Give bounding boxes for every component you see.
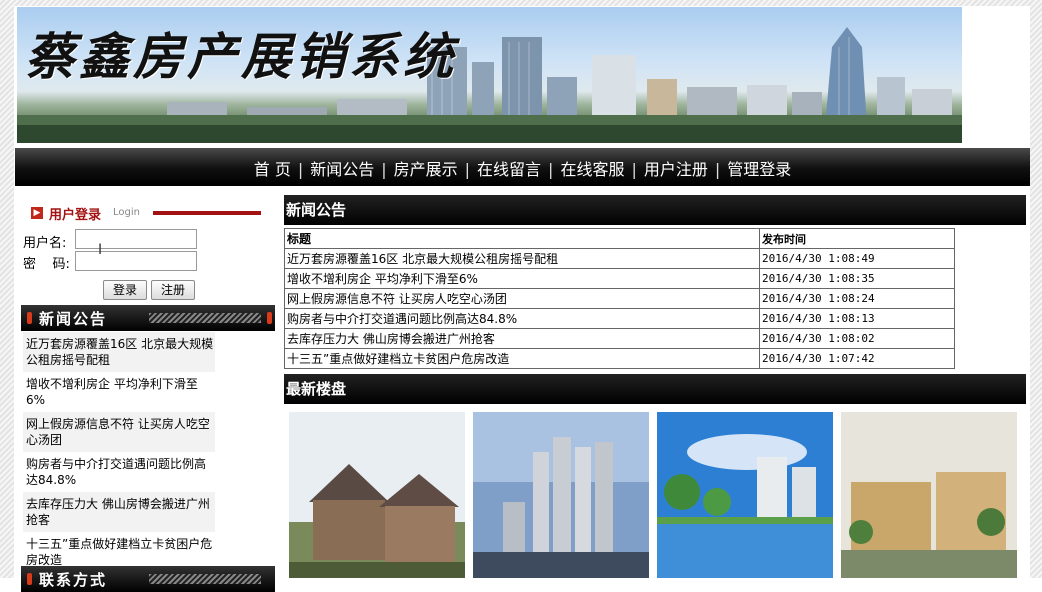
nav-divider bbox=[15, 182, 1030, 186]
site-banner: 蔡鑫房产展销系统 bbox=[17, 7, 962, 143]
arrow-right-icon: ▶ bbox=[31, 207, 43, 219]
news-time-cell: 2016/4/30 1:08:02 bbox=[759, 328, 955, 349]
username-label: 用户名: bbox=[23, 236, 67, 251]
sidebar-news-list: 近万套房源覆盖16区 北京最大规模公租房摇号配租 增收不增利房企 平均净利下滑至… bbox=[23, 332, 215, 572]
news-time-cell: 2016/4/30 1:07:42 bbox=[759, 348, 955, 369]
news-title-cell[interactable]: 去库存压力大 佛山房博会搬进广州抢客 bbox=[284, 328, 760, 349]
nav-properties[interactable]: 房产展示 bbox=[388, 156, 464, 180]
sidebar-news-item[interactable]: 增收不增利房企 平均净利下滑至6% bbox=[23, 372, 215, 412]
nav-register[interactable]: 用户注册 bbox=[638, 156, 714, 180]
login-header-rule bbox=[153, 211, 261, 215]
sidebar-news-title: 新闻公告 bbox=[39, 310, 108, 328]
pin-icon bbox=[27, 312, 32, 324]
login-title: 用户登录 bbox=[49, 208, 102, 223]
register-button[interactable]: 注册 bbox=[151, 280, 195, 300]
site-title: 蔡鑫房产展销系统 bbox=[25, 27, 457, 86]
password-input[interactable] bbox=[75, 251, 197, 271]
listing-photo-lakeside[interactable] bbox=[657, 412, 833, 578]
table-row[interactable]: 去库存压力大 佛山房博会搬进广州抢客 2016/4/30 1:08:02 bbox=[284, 328, 955, 349]
listing-photo-towers[interactable] bbox=[473, 412, 649, 578]
pin-icon bbox=[27, 573, 32, 585]
listings-section-header: 最新楼盘 bbox=[284, 374, 1026, 404]
table-row[interactable]: 增收不增利房企 平均净利下滑至6% 2016/4/30 1:08:35 bbox=[284, 268, 955, 289]
page-container: 蔡鑫房产展销系统 首 页 | 新闻公告 | 房产展示 | 在线留言 | 在线客服 | 用户注册 | 管理… bbox=[14, 6, 1030, 592]
column-time-header: 发布时间 bbox=[759, 228, 955, 249]
news-section-header: 新闻公告 bbox=[284, 195, 1026, 225]
login-header: ▶ 用户登录 Login bbox=[31, 204, 261, 224]
news-time-cell: 2016/4/30 1:08:49 bbox=[759, 248, 955, 269]
login-subtitle: Login bbox=[113, 207, 140, 218]
nav-customer-service[interactable]: 在线客服 bbox=[554, 156, 630, 180]
news-time-cell: 2016/4/30 1:08:13 bbox=[759, 308, 955, 329]
listing-photo-villa[interactable] bbox=[289, 412, 465, 578]
listing-photo-residential[interactable] bbox=[841, 412, 1017, 578]
nav-home[interactable]: 首 页 bbox=[248, 156, 297, 180]
news-time-cell: 2016/4/30 1:08:35 bbox=[759, 268, 955, 289]
nav-messages[interactable]: 在线留言 bbox=[471, 156, 547, 180]
nav-news[interactable]: 新闻公告 bbox=[304, 156, 380, 180]
table-row[interactable]: 网上假房源信息不符 让买房人吃空心汤团 2016/4/30 1:08:24 bbox=[284, 288, 955, 309]
password-label: 密 码: bbox=[23, 257, 70, 272]
text-cursor-icon: I bbox=[98, 242, 103, 258]
sidebar-news-item[interactable]: 网上假房源信息不符 让买房人吃空心汤团 bbox=[23, 412, 215, 452]
username-input[interactable] bbox=[75, 229, 197, 249]
news-title-cell[interactable]: 增收不增利房企 平均净利下滑至6% bbox=[284, 268, 760, 289]
pin-icon bbox=[267, 312, 272, 324]
news-title-cell[interactable]: 近万套房源覆盖16区 北京最大规模公租房摇号配租 bbox=[284, 248, 760, 269]
table-row[interactable]: 十三五”重点做好建档立卡贫困户危房改造 2016/4/30 1:07:42 bbox=[284, 348, 955, 369]
sidebar-news-item[interactable]: 去库存压力大 佛山房博会搬进广州抢客 bbox=[23, 492, 215, 532]
sidebar-news-item[interactable]: 近万套房源覆盖16区 北京最大规模公租房摇号配租 bbox=[23, 332, 215, 372]
news-title-cell[interactable]: 购房者与中介打交道遇问题比例高达84.8% bbox=[284, 308, 760, 329]
login-button[interactable]: 登录 bbox=[103, 280, 147, 300]
news-title-cell[interactable]: 网上假房源信息不符 让买房人吃空心汤团 bbox=[284, 288, 760, 309]
table-row[interactable]: 近万套房源覆盖16区 北京最大规模公租房摇号配租 2016/4/30 1:08:4… bbox=[284, 248, 955, 269]
column-title-header: 标题 bbox=[284, 228, 760, 249]
table-row[interactable]: 购房者与中介打交道遇问题比例高达84.8% 2016/4/30 1:08:13 bbox=[284, 308, 955, 329]
main-navigation: 首 页 | 新闻公告 | 房产展示 | 在线留言 | 在线客服 | 用户注册 | 管理登录 bbox=[15, 148, 1030, 184]
sidebar-contact-header: 联系方式 bbox=[21, 566, 275, 592]
table-header-row: 标题 发布时间 bbox=[284, 228, 955, 249]
nav-admin-login[interactable]: 管理登录 bbox=[721, 156, 797, 180]
login-panel: ▶ 用户登录 Login 用户名: 密 码: 登录 注册 bbox=[21, 204, 261, 302]
news-title-cell[interactable]: 十三五”重点做好建档立卡贫困户危房改造 bbox=[284, 348, 760, 369]
news-table: 标题 发布时间 近万套房源覆盖16区 北京最大规模公租房摇号配租 2016/4/3… bbox=[284, 228, 955, 369]
sidebar-news-item[interactable]: 购房者与中介打交道遇问题比例高达84.8% bbox=[23, 452, 215, 492]
sidebar-contact-title: 联系方式 bbox=[39, 571, 108, 589]
sidebar-news-header: 新闻公告 bbox=[21, 305, 275, 331]
news-time-cell: 2016/4/30 1:08:24 bbox=[759, 288, 955, 309]
